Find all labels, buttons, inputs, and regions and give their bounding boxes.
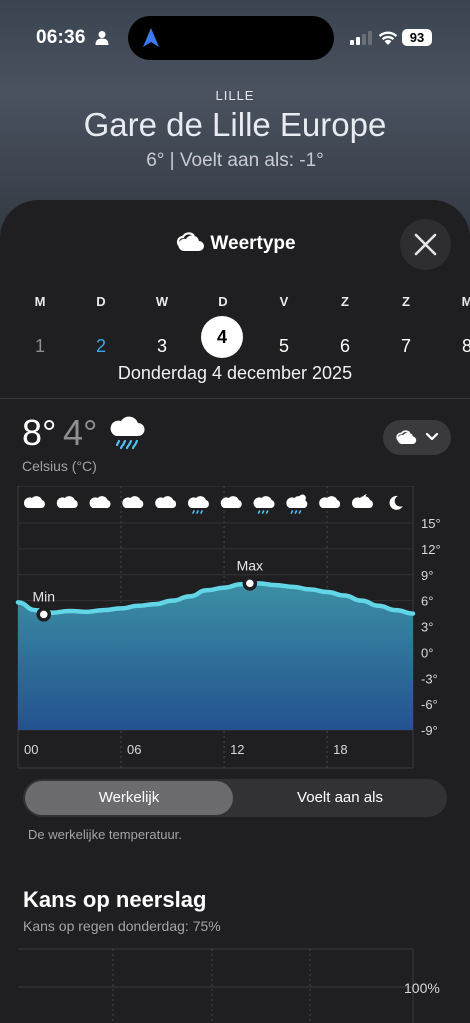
cloud-icon (23, 496, 45, 508)
cloud-icon (122, 496, 144, 508)
cloud-icon (89, 496, 111, 508)
precipitation-chart: 100% (18, 948, 440, 1023)
x-tick-label: 06 (127, 742, 141, 757)
temperature-chart: 15° 12° 9° 6° 3° 0° -3° -6° -9° 00 06 12 18 Min Max (15, 486, 441, 769)
x-tick-label: 18 (333, 742, 347, 757)
location-city: LILLE (215, 88, 255, 103)
segmented-control: Werkelijk Voelt aan als (23, 779, 447, 817)
day-letter: V (279, 294, 289, 309)
day-number-button[interactable]: 7 (386, 336, 426, 357)
y-tick-label: 6° (421, 594, 433, 609)
day-letter: Z (402, 294, 410, 309)
close-icon (414, 233, 437, 256)
y-tick-label: -6° (421, 697, 438, 712)
y-tick-label: 15° (421, 516, 441, 531)
segment-feels-like[interactable]: Voelt aan als (235, 781, 445, 815)
y-tick-label: 3° (421, 620, 433, 635)
precipitation-tick-100: 100% (404, 980, 440, 996)
selected-date: Donderdag 4 december 2025 (117, 363, 353, 383)
location-arrow-icon (143, 28, 159, 47)
person-icon (95, 31, 109, 45)
y-tick-label: -9° (421, 723, 438, 738)
moon-icon (389, 495, 403, 510)
y-tick-label: -3° (421, 671, 438, 686)
day-letter: Z (341, 294, 349, 309)
day-letter: D (96, 294, 106, 309)
min-marker (36, 607, 52, 622)
precipitation-title: Kans op neerslag (23, 887, 207, 912)
wifi-icon (378, 31, 398, 45)
temp-high: 8° (22, 412, 57, 453)
unit-label: Celsius (°C) (22, 458, 97, 474)
day-number-button[interactable]: 1 (20, 336, 60, 357)
max-marker (242, 576, 258, 591)
y-tick-label: 0° (421, 645, 433, 660)
divider (0, 398, 470, 399)
day-number-button[interactable]: 6 (325, 336, 365, 357)
cellular-signal-icon (350, 31, 372, 45)
x-tick-label: 00 (24, 742, 38, 757)
day-number-button[interactable]: 2 (81, 336, 121, 357)
status-bar: 06:36 93 (0, 0, 470, 60)
cloud-icon (155, 496, 177, 508)
cloud-icon (177, 232, 205, 251)
day-letter: W (155, 294, 169, 309)
day-number-button[interactable]: 4 (201, 316, 243, 358)
battery-indicator: 93 (402, 29, 432, 46)
rain-cloud-icon (187, 496, 209, 514)
cloud-icon (56, 496, 78, 508)
day-letter: D (218, 294, 228, 309)
day-number-button[interactable]: 5 (264, 336, 304, 357)
precipitation-subtitle: Kans op regen donderdag: 75% (23, 918, 221, 934)
day-letter: M (34, 294, 46, 309)
current-conditions: 6° | Voelt aan als: -1° (146, 150, 324, 171)
day-number-button[interactable]: 8 (447, 336, 470, 357)
day-letter: M (461, 294, 470, 309)
y-tick-label: 12° (421, 542, 441, 557)
rain-cloud-icon (110, 416, 145, 450)
cloud-icon (396, 430, 417, 444)
day-number-button[interactable]: 3 (142, 336, 182, 357)
segment-description: De werkelijke temperatuur. (28, 827, 182, 842)
y-tick-label: 9° (421, 568, 433, 583)
segment-actual[interactable]: Werkelijk (25, 781, 233, 815)
temperature-area (18, 583, 413, 730)
min-label: Min (32, 588, 55, 604)
close-button[interactable] (400, 219, 451, 270)
sheet-title: Weertype (210, 233, 296, 254)
rain-cloud-icon (253, 496, 275, 514)
cloud-icon (319, 496, 341, 508)
location-name: Gare de Lille Europe (83, 106, 387, 143)
status-time: 06:36 (36, 27, 86, 48)
moon-cloud-icon (351, 494, 373, 508)
chevron-down-icon (425, 432, 439, 441)
max-label: Max (237, 557, 263, 573)
temp-low: 4° (63, 412, 98, 453)
rain-sun-cloud-icon (286, 494, 308, 514)
x-tick-label: 12 (230, 742, 244, 757)
weather-type-selector[interactable] (383, 420, 451, 455)
